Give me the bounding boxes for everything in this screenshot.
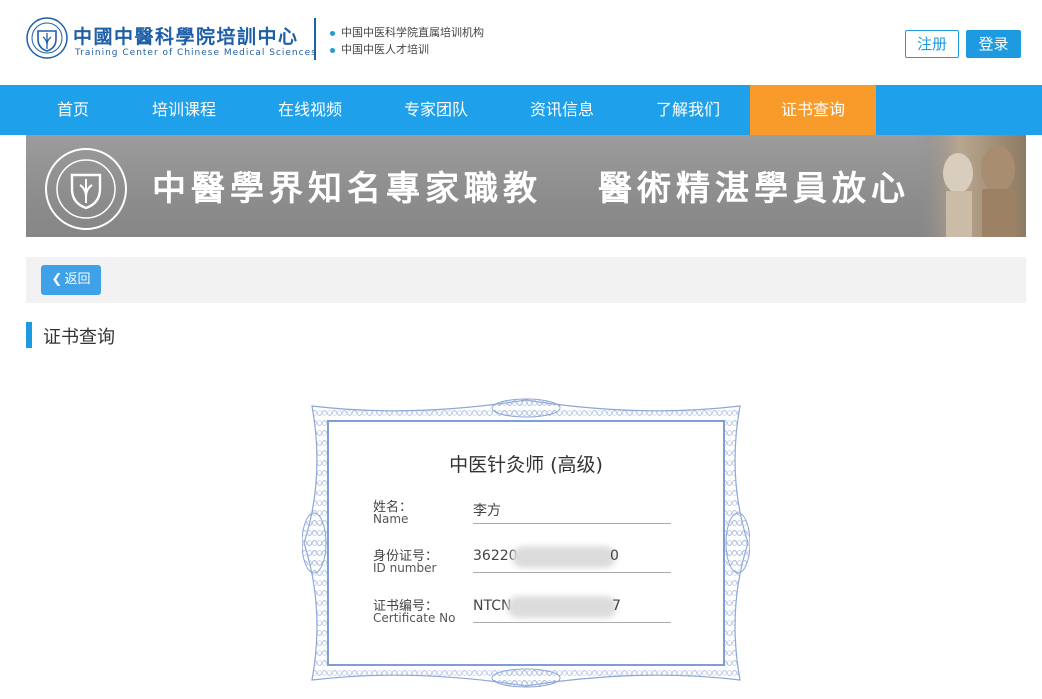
field-value-id: 36220	[473, 548, 518, 564]
brand-name-en[interactable]: Training Center of Chinese Medical Scien…	[75, 48, 317, 58]
tagline-item: 中国中医人才培训	[330, 41, 484, 58]
redaction-blur	[512, 546, 616, 568]
login-button[interactable]: 登录	[966, 30, 1021, 58]
field-underline	[473, 523, 671, 524]
nav-item-about[interactable]: 了解我们	[626, 85, 750, 135]
field-value-name: 李方	[473, 503, 501, 519]
certificate-card: 中医针灸师 (高级) 姓名： Name 李方 身份证号： ID number 3…	[302, 398, 750, 688]
field-value-id-tail: 0	[610, 548, 619, 564]
bullet-dot-icon	[330, 30, 335, 36]
banner-slogan-1: 中醫學界知名專家職教	[152, 169, 542, 209]
back-toolbar: ❮ 返回	[26, 257, 1026, 303]
section-title: 证书查询	[43, 327, 115, 348]
header-divider	[314, 18, 316, 60]
nav-item-experts[interactable]: 专家团队	[374, 85, 498, 135]
certificate-title: 中医针灸师 (高级)	[449, 454, 603, 476]
banner-slogan-2: 醫術精湛學員放心	[598, 169, 910, 209]
nav-item-certificate[interactable]: 证书查询	[750, 85, 876, 135]
brand-name-cn[interactable]: 中國中醫科學院培訓中心	[73, 22, 299, 49]
buddha-statue-image	[916, 135, 1026, 237]
main-nav: 首页 培训课程 在线视频 专家团队 资讯信息 了解我们 证书查询	[0, 85, 1042, 135]
logo-seal-icon[interactable]	[26, 17, 68, 59]
hero-banner: 中醫學界知名專家職教 醫術精湛學員放心	[26, 135, 1026, 237]
field-label-id-en: ID number	[373, 561, 437, 575]
field-value-certno: NTCN	[473, 598, 512, 614]
nav-item-videos[interactable]: 在线视频	[248, 85, 372, 135]
nav-item-news[interactable]: 资讯信息	[500, 85, 624, 135]
header: 中國中醫科學院培訓中心 Training Center of Chinese M…	[0, 0, 1042, 85]
bullet-dot-icon	[330, 47, 335, 53]
nav-item-home[interactable]: 首页	[26, 85, 120, 135]
header-taglines: 中国中医科学院直属培训机构 中国中医人才培训	[330, 24, 484, 58]
field-underline	[473, 622, 671, 623]
redaction-blur	[507, 596, 617, 618]
section-title-bar	[26, 322, 32, 348]
tagline-item: 中国中医科学院直属培训机构	[330, 24, 484, 41]
nav-item-courses[interactable]: 培训课程	[122, 85, 246, 135]
chevron-left-icon: ❮	[51, 272, 63, 287]
register-button[interactable]: 注册	[905, 30, 959, 58]
field-underline	[473, 572, 671, 573]
field-label-certno-en: Certificate No	[373, 611, 456, 625]
field-value-certno-tail: 7	[612, 598, 621, 614]
field-label-name-en: Name	[373, 512, 409, 526]
academy-seal-icon	[45, 148, 127, 230]
certificate-inner: 中医针灸师 (高级) 姓名： Name 李方 身份证号： ID number 3…	[327, 420, 725, 666]
back-button[interactable]: ❮ 返回	[41, 265, 101, 295]
